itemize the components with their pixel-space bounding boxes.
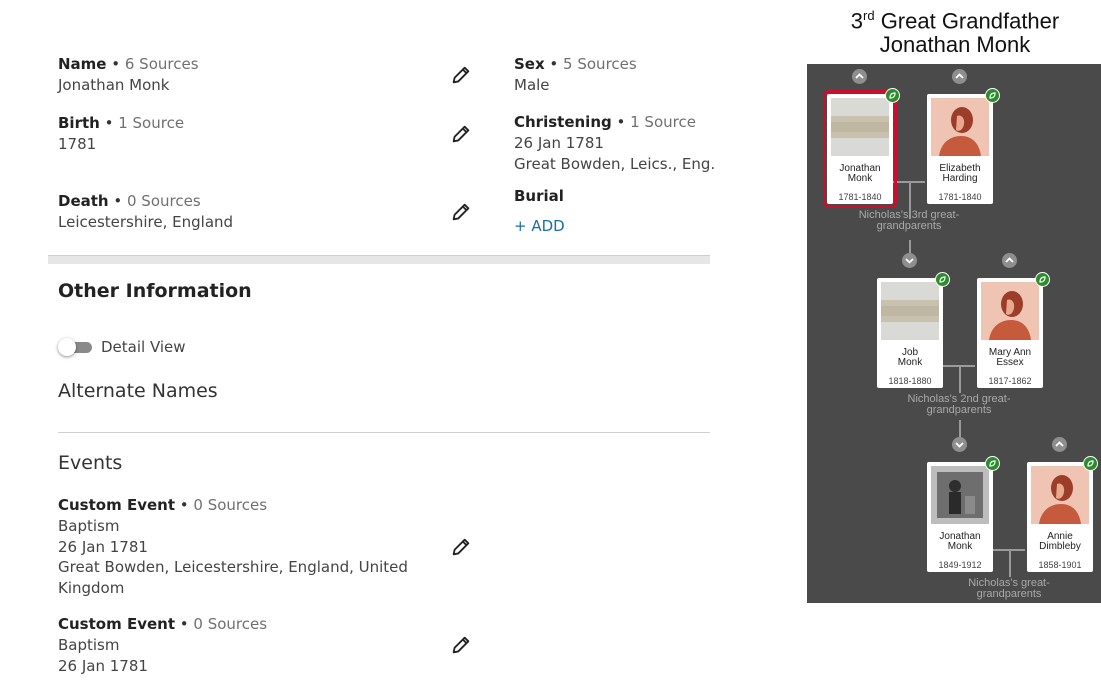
sex-value: Male <box>514 76 550 94</box>
hint-leaf-icon[interactable] <box>1035 272 1050 287</box>
card-last-name: Dimbleby <box>1039 541 1081 552</box>
hint-leaf-icon[interactable] <box>885 88 900 103</box>
expand-parents-chevron-up-icon[interactable] <box>952 69 967 84</box>
generation-label-2nd: Nicholas's 2nd great- grandparents <box>897 394 1021 416</box>
name-label: Name <box>58 55 107 73</box>
name-value: Jonathan Monk <box>58 76 170 94</box>
female-avatar-icon <box>931 98 989 156</box>
hint-leaf-icon[interactable] <box>985 456 1000 471</box>
name-fact-header: Name • 6 Sources <box>58 55 199 73</box>
event-1-type: Baptism <box>58 517 120 535</box>
death-fact-header: Death • 0 Sources <box>58 192 201 210</box>
birth-value: 1781 <box>58 135 97 153</box>
relationship-ordinal: 3 <box>850 8 864 34</box>
event-2-label: Custom Event <box>58 615 175 633</box>
event-2-date: 26 Jan 1781 <box>58 657 148 675</box>
event-1-place-line1: Great Bowden, Leicestershire, England, U… <box>58 558 408 576</box>
toggle-knob <box>58 338 76 356</box>
tree-card-jonathan-monk-1849[interactable]: Jonathan Monk 1849-1912 <box>927 462 993 572</box>
card-last-name: Essex <box>996 357 1024 368</box>
event-1-label: Custom Event <box>58 496 175 514</box>
event-1-header: Custom Event • 0 Sources <box>58 496 268 514</box>
death-value: Leicestershire, England <box>58 213 234 231</box>
expand-parents-chevron-up-icon[interactable] <box>1052 437 1067 452</box>
record-thumbnail <box>831 98 889 156</box>
hint-leaf-icon[interactable] <box>935 272 950 287</box>
christening-fact-header: Christening • 1 Source <box>514 113 696 131</box>
edit-name-pencil-icon[interactable] <box>450 64 472 86</box>
card-years: 1818-1880 <box>888 376 932 386</box>
event-1-date: 26 Jan 1781 <box>58 538 148 556</box>
expand-parents-chevron-up-icon[interactable] <box>1002 253 1017 268</box>
sex-label: Sex <box>514 55 545 73</box>
descent-line <box>1009 551 1011 577</box>
birth-label: Birth <box>58 114 100 132</box>
card-last-name: Monk <box>897 357 923 368</box>
tree-card-annie-dimbleby[interactable]: Annie Dimbleby 1858-1901 <box>1027 462 1093 572</box>
card-years: 1781-1840 <box>938 192 982 202</box>
edit-event-2-pencil-icon[interactable] <box>450 634 472 656</box>
descent-line <box>959 367 961 393</box>
alternate-names-rule <box>58 432 710 433</box>
tree-card-mary-ann-essex[interactable]: Mary Ann Essex 1817-1862 <box>977 278 1043 388</box>
sex-sources[interactable]: 5 Sources <box>563 55 637 73</box>
card-years: 1849-1912 <box>938 560 982 570</box>
relationship-tree-panel[interactable]: Jonathan Monk 1781-1840 Elizabeth Hardin… <box>807 64 1101 603</box>
relationship-ordinal-suffix: rd <box>863 8 875 23</box>
add-burial-link[interactable]: + ADD <box>514 217 565 235</box>
detail-view-toggle[interactable] <box>58 338 94 356</box>
event-1-sources[interactable]: 0 Sources <box>193 496 267 514</box>
relationship-person-name: Jonathan Monk <box>879 32 1031 57</box>
female-avatar-icon <box>981 282 1039 340</box>
burial-label: Burial <box>514 187 564 205</box>
birth-fact-header: Birth • 1 Source <box>58 114 185 132</box>
generation-line2: grandparents <box>876 220 942 232</box>
event-1-place-line2: Kingdom <box>58 579 125 597</box>
hint-leaf-icon[interactable] <box>985 88 1000 103</box>
event-2-type: Baptism <box>58 636 120 654</box>
card-last-name: Harding <box>942 173 978 184</box>
death-sources[interactable]: 0 Sources <box>127 192 201 210</box>
burial-fact-header: Burial <box>514 187 564 205</box>
christening-sources[interactable]: 1 Source <box>630 113 696 131</box>
relationship-text: Great Grandfather <box>874 8 1060 34</box>
tree-card-job-monk[interactable]: Job Monk 1818-1880 <box>877 278 943 388</box>
name-sources[interactable]: 6 Sources <box>125 55 199 73</box>
record-thumbnail <box>881 282 939 340</box>
death-label: Death <box>58 192 109 210</box>
collapse-chevron-down-icon[interactable] <box>902 253 917 268</box>
event-2-sources[interactable]: 0 Sources <box>193 615 267 633</box>
card-years: 1817-1862 <box>988 376 1032 386</box>
other-information-heading: Other Information <box>58 280 252 302</box>
generation-label-3rd: Nicholas's 3rd great- grandparents <box>847 210 971 232</box>
edit-event-1-pencil-icon[interactable] <box>450 536 472 558</box>
christening-label: Christening <box>514 113 612 131</box>
birth-sources[interactable]: 1 Source <box>118 114 184 132</box>
edit-death-pencil-icon[interactable] <box>450 201 472 223</box>
card-years: 1781-1840 <box>838 192 882 202</box>
generation-line2: grandparents <box>926 404 992 416</box>
card-last-name: Monk <box>947 541 973 552</box>
female-avatar-icon <box>1031 466 1089 524</box>
card-last-name: Monk <box>847 173 873 184</box>
event-2-header: Custom Event • 0 Sources <box>58 615 268 633</box>
expand-parents-chevron-up-icon[interactable] <box>852 69 867 84</box>
edit-birth-pencil-icon[interactable] <box>450 123 472 145</box>
detail-view-label: Detail View <box>101 338 186 356</box>
christening-date: 26 Jan 1781 <box>514 134 604 152</box>
alternate-names-heading: Alternate Names <box>58 380 218 402</box>
card-years: 1858-1901 <box>1038 560 1082 570</box>
hint-leaf-icon[interactable] <box>1083 456 1098 471</box>
section-divider <box>48 255 710 264</box>
sex-fact-header: Sex • 5 Sources <box>514 55 637 73</box>
person-photo <box>931 466 989 524</box>
generation-label-great: Nicholas's great- grandparents <box>947 578 1071 600</box>
christening-place: Great Bowden, Leics., Eng. <box>514 155 716 173</box>
generation-line2: grandparents <box>976 588 1042 600</box>
collapse-chevron-down-icon[interactable] <box>952 437 967 452</box>
events-heading: Events <box>58 452 123 474</box>
tree-card-elizabeth-harding[interactable]: Elizabeth Harding 1781-1840 <box>927 94 993 204</box>
tree-card-jonathan-monk-1781[interactable]: Jonathan Monk 1781-1840 <box>823 90 897 208</box>
